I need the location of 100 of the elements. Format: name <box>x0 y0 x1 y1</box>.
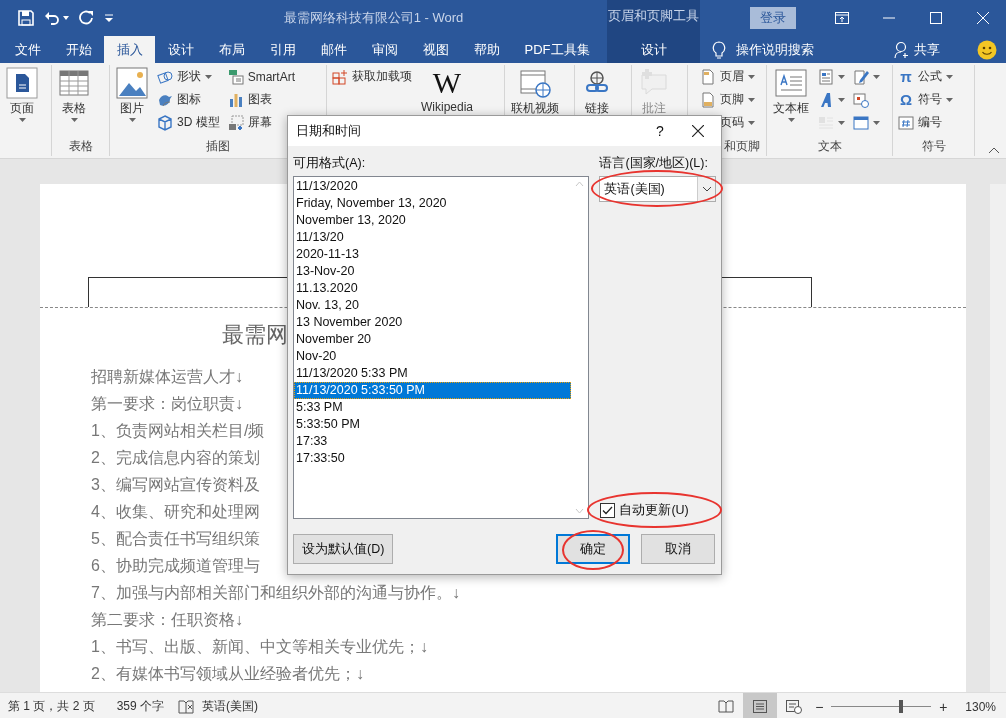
format-option[interactable]: 13 November 2020 <box>294 314 572 331</box>
page-count[interactable]: 第 1 页，共 2 页 <box>8 698 95 715</box>
collapse-ribbon-icon[interactable] <box>988 147 1000 154</box>
customize-icon <box>105 14 113 22</box>
group-label: 文本 <box>816 138 843 155</box>
save-button[interactable] <box>18 10 34 26</box>
ribbon-button[interactable]: 文本框 <box>770 65 812 124</box>
format-option[interactable]: November 20 <box>294 331 572 348</box>
document-line: 2、有媒体书写领域从业经验者优先；↓ <box>91 664 364 684</box>
ribbon-button[interactable]: 图表 <box>225 88 298 111</box>
ribbon-button[interactable]: Ω 符号 <box>896 88 955 111</box>
ribbon-button[interactable]: π 公式 <box>896 65 955 88</box>
tell-me-search[interactable]: 操作说明搜索 <box>712 36 814 63</box>
dialog-title: 日期和时间 <box>296 122 362 140</box>
slider-thumb[interactable] <box>899 700 904 713</box>
smiley-icon[interactable] <box>977 39 997 60</box>
format-option[interactable]: Nov-20 <box>294 348 572 365</box>
dialog-button[interactable]: 取消 <box>641 534 715 564</box>
zoom-in-button[interactable]: + <box>935 698 952 715</box>
format-option[interactable]: 11/13/2020 5:33:50 PM <box>294 382 572 399</box>
caret-icon <box>748 74 755 79</box>
customize-button[interactable] <box>105 14 113 22</box>
ribbon-tab[interactable]: 设计 <box>607 36 700 63</box>
document-line: 1、负责网站相关栏目/频 <box>91 421 265 441</box>
format-option[interactable]: 17:33:50 <box>294 450 572 467</box>
ribbon-tab[interactable]: 引用 <box>257 36 308 63</box>
redo-button[interactable] <box>79 10 95 26</box>
diagram-icon <box>227 68 244 85</box>
format-option[interactable]: 13-Nov-20 <box>294 263 572 280</box>
caret-icon <box>18 118 26 122</box>
redo-icon <box>79 10 95 26</box>
ribbon-tab[interactable]: PDF工具集 <box>512 36 602 63</box>
format-option[interactable]: 11/13/2020 <box>294 178 572 195</box>
format-option[interactable]: 17:33 <box>294 433 572 450</box>
ribbon-button[interactable]: 编号 <box>896 111 955 134</box>
ribbon-button[interactable]: W Wikipedia <box>418 65 477 116</box>
language-status[interactable]: 英语(美国) <box>202 698 259 715</box>
caret-icon <box>946 97 953 102</box>
caret-icon <box>873 74 880 79</box>
ribbon-tab[interactable]: 视图 <box>410 36 461 63</box>
formats-list[interactable] <box>293 176 590 519</box>
share-button[interactable]: 共享 <box>894 36 940 63</box>
help-button[interactable]: ? <box>645 123 675 139</box>
ribbon-button[interactable]: 页面 <box>3 65 41 124</box>
film-icon <box>519 67 551 99</box>
format-option[interactable]: 11/13/20 <box>294 229 572 246</box>
zoom-out-button[interactable]: − <box>811 698 828 715</box>
word-count[interactable]: 359 个字 <box>116 698 165 715</box>
ribbon-button[interactable]: SmartArt <box>225 65 298 88</box>
ribbon-tab[interactable]: 帮助 <box>461 36 512 63</box>
dialog-button[interactable]: 确定 <box>556 534 630 564</box>
ribbon-tab[interactable]: 布局 <box>206 36 257 63</box>
document-line: 7、加强与内部相关部门和组织外部的沟通与协作。↓ <box>91 583 460 603</box>
proofing-icon[interactable] <box>178 699 195 714</box>
checkbox[interactable] <box>600 503 616 518</box>
zoom-level[interactable]: 130% <box>965 699 996 714</box>
ribbon-button[interactable]: 页脚 <box>698 88 757 111</box>
dialog-button[interactable]: 设为默认值(D) <box>293 534 394 564</box>
view-button[interactable] <box>743 693 778 718</box>
format-option[interactable]: Friday, November 13, 2020 <box>294 195 572 212</box>
symbol-icon: π <box>898 68 914 85</box>
ribbon-tab[interactable]: 设计 <box>155 36 206 63</box>
format-option[interactable]: 11/13/2020 5:33 PM <box>294 365 572 382</box>
ribbon-button[interactable]: 页眉 <box>698 65 757 88</box>
ribbon-tab[interactable]: 开始 <box>53 36 104 63</box>
ribbon-tab[interactable]: 审阅 <box>359 36 410 63</box>
web-layout-icon <box>786 699 803 714</box>
format-option[interactable]: 2020-11-13 <box>294 246 572 263</box>
undo-icon <box>44 10 60 26</box>
caret-icon <box>128 118 136 122</box>
ribbon-button[interactable]: 表格 <box>55 65 93 124</box>
ribbon-button[interactable]: 3D 模型 <box>155 111 222 134</box>
caret-icon <box>838 97 845 102</box>
number-icon <box>898 114 914 131</box>
ribbon-button[interactable]: 获取加载项 <box>330 65 414 88</box>
format-option[interactable]: 5:33 PM <box>294 399 572 416</box>
sign-in-button[interactable]: 登录 <box>750 7 796 29</box>
language-dropdown[interactable]: 英语(美国) <box>599 176 716 202</box>
ribbon-button[interactable]: 图片 <box>113 65 151 124</box>
format-option[interactable]: 5:33:50 PM <box>294 416 572 433</box>
auto-update-checkbox[interactable]: 自动更新(U) <box>599 502 716 519</box>
ribbon-button[interactable]: 屏幕 <box>225 111 298 134</box>
screenshot-icon <box>227 114 244 131</box>
caret-icon <box>838 74 845 79</box>
footer-icon <box>700 91 716 108</box>
ribbon-tab[interactable]: 插入 <box>104 36 155 63</box>
ribbon-button[interactable]: 页码 <box>698 111 757 134</box>
ribbon-tab[interactable]: 文件 <box>2 36 53 63</box>
ribbon-button[interactable]: 图标 <box>155 88 222 111</box>
ribbon-button[interactable]: 链接 <box>578 65 616 119</box>
caret-icon <box>63 16 69 20</box>
wikipedia-icon: W <box>432 67 462 99</box>
ribbon-button[interactable]: 形状 <box>155 65 222 88</box>
caret-icon <box>873 120 880 125</box>
undo-button[interactable] <box>44 10 69 26</box>
document-line: 招聘新媒体运营人才↓ <box>91 367 243 387</box>
ribbon-tab[interactable]: 邮件 <box>308 36 359 63</box>
format-option[interactable]: November 13, 2020 <box>294 212 572 229</box>
page-icon <box>6 67 38 99</box>
format-option[interactable]: Nov. 13, 20 <box>294 297 572 314</box>
